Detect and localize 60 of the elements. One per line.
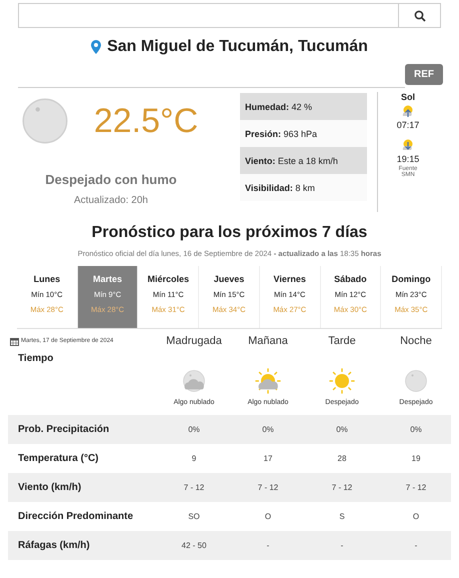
day-name: Domingo: [392, 274, 431, 284]
location-pin-icon: [91, 40, 102, 54]
current-temperature: 22.5°C: [94, 102, 198, 140]
period-heading: Madrugada: [165, 335, 223, 347]
sunrise-time: 07:17: [396, 120, 420, 130]
table-cell-text: 42 - 50: [180, 541, 208, 550]
day-name: Miércoles: [148, 274, 190, 284]
search-icon: [414, 10, 426, 22]
table-cell-text: 0%: [187, 425, 201, 434]
table-cell-text: O: [412, 512, 420, 521]
period-heading: Tarde: [327, 335, 357, 347]
table-cell-text: 17: [262, 454, 274, 463]
day-name: Martes: [93, 274, 122, 284]
search-field[interactable]: [18, 3, 441, 28]
table-cell-text: 19: [410, 454, 422, 463]
row-label: Prob. Precipitación: [17, 424, 110, 435]
table-cell-text: O: [264, 512, 272, 521]
row-label: Ráfagas (km/h): [17, 540, 91, 551]
table-cell-text: 0%: [335, 425, 349, 434]
day-name: Jueves: [214, 274, 244, 284]
calendar-icon: [10, 336, 19, 346]
sunset-icon: [401, 138, 415, 152]
updated-time: Actualizado: 20h: [74, 195, 148, 206]
row-label: Dirección Predominante: [17, 511, 134, 522]
sun-title: Sol: [400, 92, 415, 102]
sunset-time: 19:15: [396, 154, 420, 164]
table-cell-text: 9: [190, 454, 198, 463]
table-cell-text: -: [414, 541, 418, 550]
detail-row: Visibilidad: 8 km: [240, 174, 367, 201]
detail-row: Viento: Este a 18 km/h: [240, 147, 367, 174]
row-label: Viento (km/h): [17, 482, 82, 493]
table-cell-text: 7 - 12: [182, 483, 206, 492]
moon-icon: [402, 367, 430, 395]
row-label: Tiempo: [17, 353, 54, 364]
table-cell-text: 0%: [409, 425, 423, 434]
table-cell-text: 7 - 12: [404, 483, 428, 492]
table-cell-text: 0%: [261, 425, 275, 434]
moon-cloud-icon: [180, 367, 208, 395]
period-heading: Mañana: [247, 335, 289, 347]
day-name: Sábado: [334, 274, 367, 284]
table-cell-text: -: [266, 541, 270, 550]
sunrise-icon: [401, 104, 415, 118]
period-heading: Noche: [399, 335, 433, 347]
ref-button[interactable]: REF: [405, 64, 443, 85]
day-name: Viernes: [274, 274, 306, 284]
sun-cloud-icon: [254, 367, 282, 395]
forecast-title: Pronóstico para los próximos 7 días: [90, 224, 368, 242]
table-cell-text: 28: [336, 454, 348, 463]
detail-row: Presión: 963 hPa: [240, 120, 367, 147]
sun-icon: [328, 367, 356, 395]
table-cell-text: SO: [187, 512, 201, 521]
location-title: San Miguel de Tucumán, Tucumán: [107, 38, 368, 56]
table-cell-text: 7 - 12: [330, 483, 354, 492]
day-name: Lunes: [34, 274, 60, 284]
current-condition: Despejado con humo: [45, 172, 177, 187]
table-cell-text: -: [340, 541, 344, 550]
table-cell-text: S: [338, 512, 346, 521]
table-cell-text: 7 - 12: [256, 483, 280, 492]
row-label: Temperatura (°C): [17, 453, 100, 464]
detail-row: Humedad: 42 %: [240, 93, 367, 120]
